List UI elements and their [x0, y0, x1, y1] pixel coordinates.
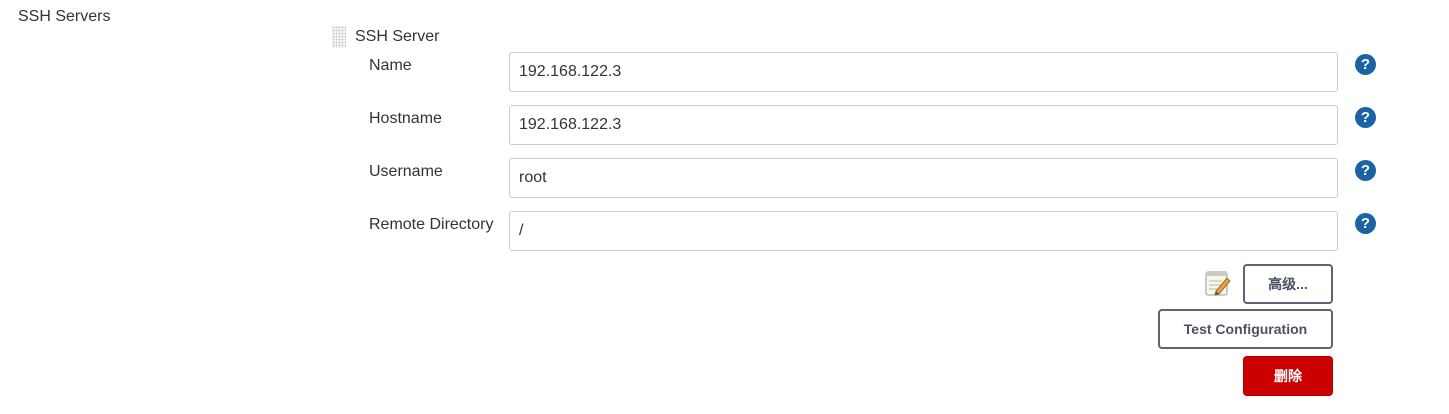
hostname-input[interactable]: [509, 105, 1338, 145]
remote-directory-input[interactable]: [509, 211, 1338, 251]
hostname-label: Hostname: [369, 110, 442, 127]
name-help-icon[interactable]: ?: [1355, 54, 1376, 75]
name-label: Name: [369, 57, 412, 74]
remote-directory-help-icon[interactable]: ?: [1355, 213, 1376, 234]
name-input[interactable]: [509, 52, 1338, 92]
hostname-help-icon[interactable]: ?: [1355, 107, 1376, 128]
remote-directory-label: Remote Directory: [369, 216, 494, 233]
username-input[interactable]: [509, 158, 1338, 198]
advanced-button[interactable]: 高级...: [1243, 264, 1333, 304]
section-title: SSH Servers: [18, 8, 111, 25]
drag-handle-icon[interactable]: [332, 26, 346, 48]
username-help-icon[interactable]: ?: [1355, 160, 1376, 181]
notepad-icon[interactable]: [1204, 269, 1232, 297]
delete-button[interactable]: 删除: [1243, 356, 1333, 396]
test-configuration-button[interactable]: Test Configuration: [1158, 309, 1333, 349]
server-title: SSH Server: [355, 28, 440, 45]
username-label: Username: [369, 163, 443, 180]
